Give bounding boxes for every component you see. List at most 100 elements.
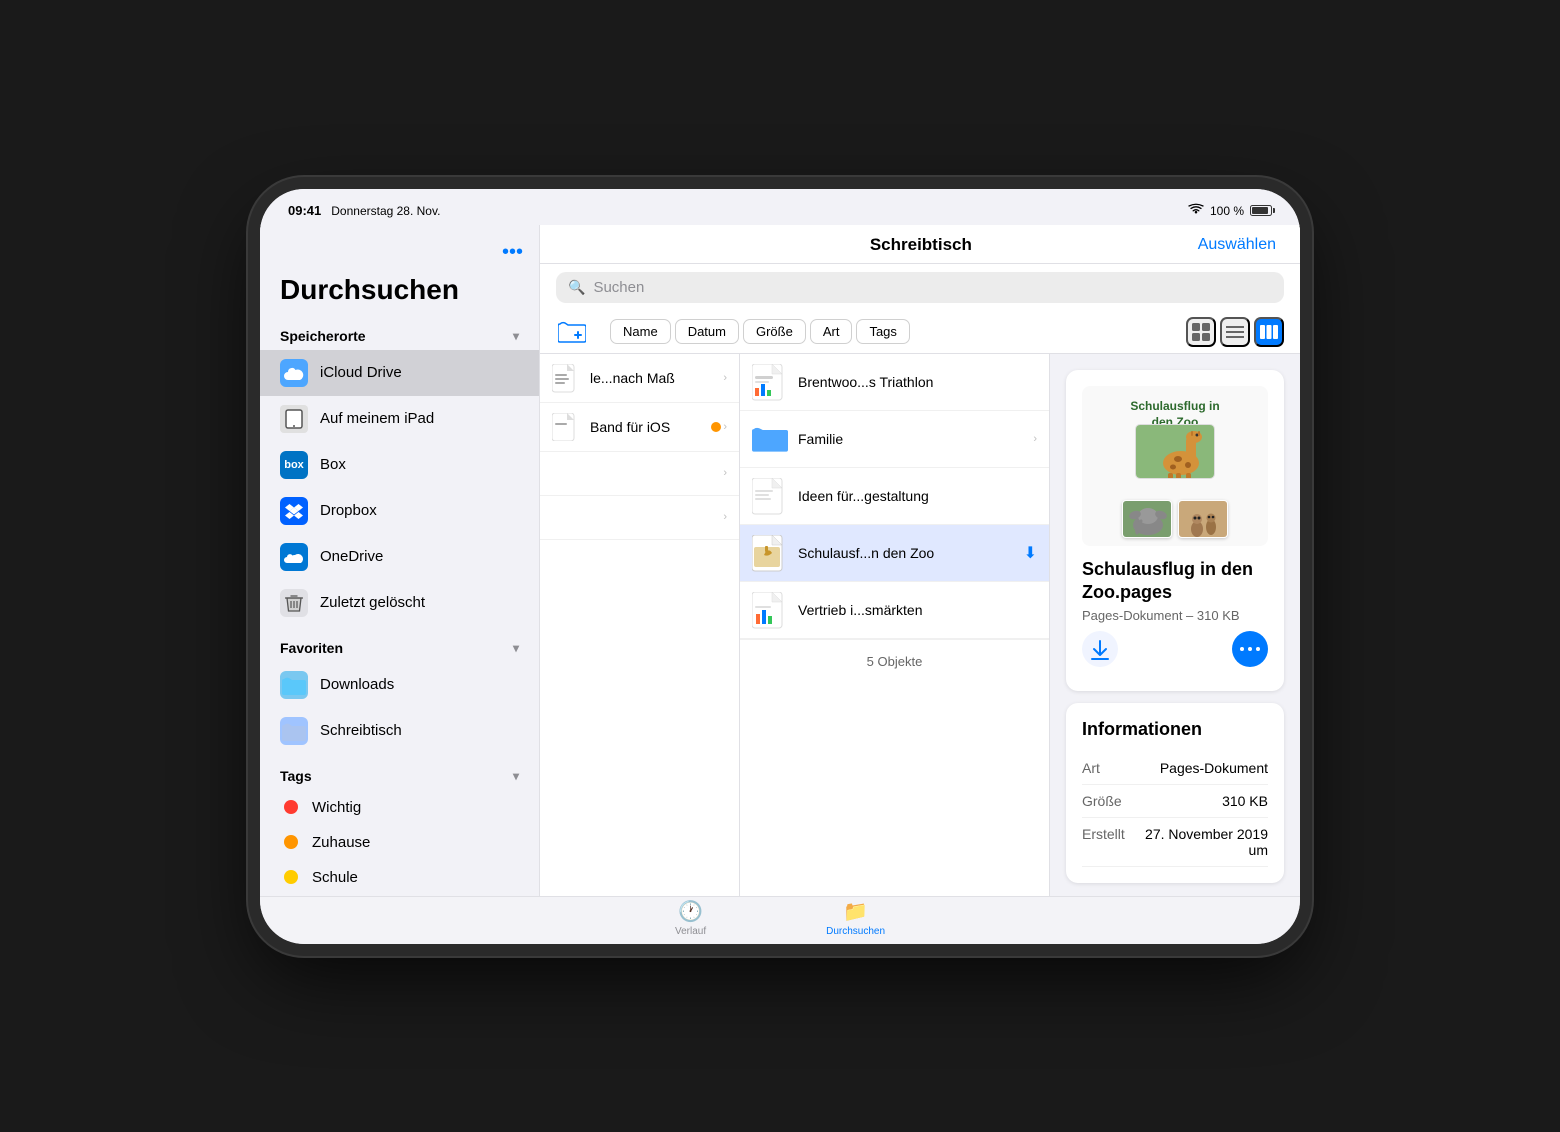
info-art-value: Pages-Dokument — [1160, 760, 1268, 776]
sidebar-item-downloads[interactable]: Downloads — [260, 662, 539, 708]
file-name-section: Schulausflug in den Zoo.pages Pages-Doku… — [1082, 558, 1268, 624]
icloud-label: iCloud Drive — [320, 364, 402, 381]
trash-label: Zuletzt gelöscht — [320, 594, 425, 611]
file-meta: Pages-Dokument – 310 KB — [1082, 608, 1268, 623]
column-pane-1: le...nach Maß › Band für iOS › — [540, 354, 740, 896]
info-art-label: Art — [1082, 760, 1100, 776]
sidebar-item-trash[interactable]: Zuletzt gelöscht — [260, 580, 539, 626]
sidebar-item-ipad[interactable]: Auf meinem iPad — [260, 396, 539, 442]
box-icon: box — [280, 451, 308, 479]
sort-art-button[interactable]: Art — [810, 319, 853, 344]
sidebar-item-icloud[interactable]: iCloud Drive — [260, 350, 539, 396]
triathlon-doc-icon — [752, 364, 788, 400]
sidebar-item-box[interactable]: box Box — [260, 442, 539, 488]
sidebar-item-schule[interactable]: Schule — [260, 860, 539, 895]
search-bar[interactable]: 🔍 Suchen — [556, 272, 1284, 303]
info-section: Informationen Art Pages-Dokument Größe 3… — [1066, 703, 1284, 883]
wifi-icon — [1188, 203, 1204, 218]
trash-icon — [280, 589, 308, 617]
dropbox-label: Dropbox — [320, 502, 377, 519]
file-item-vertrieb[interactable]: Vertrieb i...smärkten — [740, 582, 1049, 639]
status-date: Donnerstag 28. Nov. — [331, 204, 440, 218]
sidebar: ••• Durchsuchen Speicherorte ▾ iCloud Dr… — [260, 225, 540, 896]
schulausflug-label: Schulausf...n den Zoo — [798, 545, 1014, 561]
info-groesse-value: 310 KB — [1222, 793, 1268, 809]
device-frame: 09:41 Donnerstag 28. Nov. 100 % — [260, 189, 1300, 944]
file-item-familie[interactable]: Familie › — [740, 411, 1049, 468]
main-title: Schreibtisch — [644, 235, 1198, 255]
familie-chevron: › — [1033, 433, 1037, 445]
download-action-button[interactable] — [1082, 631, 1118, 667]
sidebar-item-onedrive[interactable]: OneDrive — [260, 534, 539, 580]
durchsuchen-tab-label: Durchsuchen — [826, 926, 885, 937]
info-row-erstellt: Erstellt 27. November 2019 um — [1082, 818, 1268, 867]
col1-item-1[interactable]: le...nach Maß › — [540, 354, 739, 403]
desktop-label: Schreibtisch — [320, 722, 402, 739]
sidebar-section-tags: Tags ▾ — [260, 762, 539, 790]
auswaehlen-button[interactable]: Auswählen — [1198, 236, 1276, 254]
more-actions-button[interactable] — [1232, 631, 1268, 667]
status-bar: 09:41 Donnerstag 28. Nov. 100 % — [260, 189, 1300, 225]
tab-durchsuchen[interactable]: 📁 Durchsuchen — [826, 899, 885, 937]
sort-buttons: Name Datum Größe Art Tags — [610, 319, 910, 344]
grid-view-button[interactable] — [1186, 317, 1216, 347]
ipad-label: Auf meinem iPad — [320, 410, 434, 427]
file-item-triathlon[interactable]: Brentwoo...s Triathlon — [740, 354, 1049, 411]
main-header: Schreibtisch Auswählen — [540, 225, 1300, 264]
info-row-art: Art Pages-Dokument — [1082, 752, 1268, 785]
sort-datum-button[interactable]: Datum — [675, 319, 739, 344]
file-item-schulausflug[interactable]: Schulausf...n den Zoo ⬇ — [740, 525, 1049, 582]
search-container: 🔍 Suchen — [540, 264, 1300, 311]
list-view-button[interactable] — [1220, 317, 1250, 347]
preview-thumbnail: Schulausflug in den Zoo — [1082, 386, 1268, 546]
sidebar-item-wichtig[interactable]: Wichtig — [260, 790, 539, 825]
vertrieb-label: Vertrieb i...smärkten — [798, 602, 1037, 618]
info-groesse-label: Größe — [1082, 793, 1122, 809]
preview-pane: Schulausflug in den Zoo — [1050, 354, 1300, 896]
sidebar-section-speicherorte: Speicherorte ▾ — [260, 322, 539, 350]
download-icon[interactable]: ⬇ — [1024, 543, 1037, 563]
verlauf-label: Verlauf — [675, 926, 706, 937]
preview-card: Schulausflug in den Zoo — [1066, 370, 1284, 692]
file-name-title: Schulausflug in den Zoo.pages — [1082, 558, 1268, 605]
tab-verlauf[interactable]: 🕐 Verlauf — [675, 899, 706, 937]
actions-row — [1082, 623, 1268, 675]
object-count: 5 Objekte — [740, 639, 1049, 683]
col1-item-4[interactable]: › — [540, 496, 739, 540]
sidebar-item-dropbox[interactable]: Dropbox — [260, 488, 539, 534]
info-erstellt-label: Erstellt — [1082, 826, 1125, 858]
schule-tag-dot — [284, 870, 298, 884]
clock-icon: 🕐 — [678, 899, 703, 924]
column-view-button[interactable] — [1254, 317, 1284, 347]
sort-name-button[interactable]: Name — [610, 319, 671, 344]
more-button[interactable]: ••• — [502, 241, 523, 264]
schulausflug-doc-icon — [752, 535, 788, 571]
vertrieb-doc-icon — [752, 592, 788, 628]
ideen-doc-icon — [752, 478, 788, 514]
familie-label: Familie — [798, 431, 1023, 447]
giraffe-image — [1135, 424, 1215, 479]
doc-icon-2 — [552, 413, 580, 441]
file-item-ideen[interactable]: Ideen für...gestaltung — [740, 468, 1049, 525]
chevron-down-icon: ▾ — [513, 329, 519, 343]
sort-groesse-button[interactable]: Größe — [743, 319, 806, 344]
col1-chevron-2: › — [723, 421, 727, 433]
col1-item-2[interactable]: Band für iOS › — [540, 403, 739, 452]
orange-dot — [711, 422, 721, 432]
tab-bar: 🕐 Verlauf 📁 Durchsuchen — [260, 896, 1300, 944]
col1-chevron-4: › — [723, 511, 727, 523]
wichtig-label: Wichtig — [312, 799, 361, 816]
ideen-label: Ideen für...gestaltung — [798, 488, 1037, 504]
new-folder-button[interactable] — [556, 318, 588, 346]
files-pane: Brentwoo...s Triathlon Familie › — [740, 354, 1050, 896]
sidebar-item-zuhause[interactable]: Zuhause — [260, 825, 539, 860]
dropbox-icon — [280, 497, 308, 525]
sidebar-title: Durchsuchen — [260, 264, 539, 322]
battery-percent: 100 % — [1210, 204, 1244, 218]
view-buttons — [1186, 317, 1284, 347]
sidebar-item-desktop[interactable]: Schreibtisch — [260, 708, 539, 754]
downloads-label: Downloads — [320, 676, 394, 693]
col1-item-3[interactable]: › — [540, 452, 739, 496]
zuhause-label: Zuhause — [312, 834, 370, 851]
sort-tags-button[interactable]: Tags — [856, 319, 909, 344]
